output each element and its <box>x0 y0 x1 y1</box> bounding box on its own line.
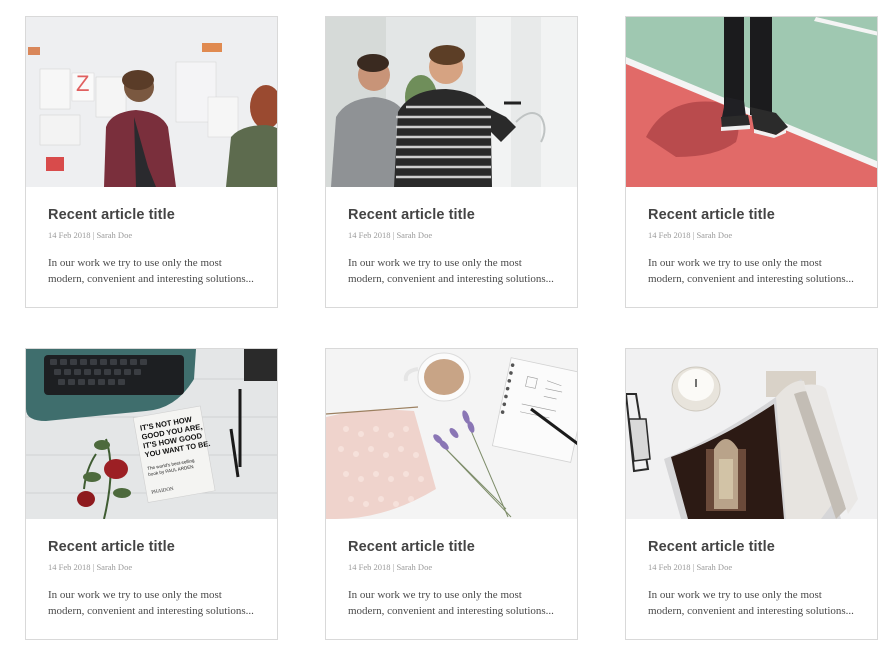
article-meta: 14 Feb 2018 | Sarah Doe <box>648 230 733 240</box>
article-image-office-team[interactable]: Z <box>26 17 277 187</box>
article-card-body: Recent article title 14 Feb 2018 | Sarah… <box>26 187 277 287</box>
article-title[interactable]: Recent article title <box>48 207 255 223</box>
article-card[interactable]: Z Recent article title 14 Feb 2018 | Sar… <box>25 16 278 308</box>
article-image-typewriter-book[interactable]: IT'S NOT HOW GOOD YOU ARE, IT'S HOW GOOD… <box>26 349 277 519</box>
article-meta: 14 Feb 2018 | Sarah Doe <box>348 230 433 240</box>
article-excerpt: In our work we try to use only the most … <box>648 589 854 617</box>
article-image-magazine-candle[interactable] <box>626 349 877 519</box>
article-card[interactable]: Recent article title 14 Feb 2018 | Sarah… <box>325 348 578 640</box>
article-excerpt: In our work we try to use only the most … <box>48 589 254 617</box>
article-excerpt: In our work we try to use only the most … <box>348 257 554 285</box>
article-excerpt: In our work we try to use only the most … <box>648 257 854 285</box>
article-card[interactable]: Recent article title 14 Feb 2018 | Sarah… <box>625 16 878 308</box>
article-title[interactable]: Recent article title <box>648 207 855 223</box>
wall-letter: Z <box>76 71 89 96</box>
article-meta: 14 Feb 2018 | Sarah Doe <box>48 562 133 572</box>
article-title[interactable]: Recent article title <box>348 207 555 223</box>
article-image-sports-court[interactable] <box>626 17 877 187</box>
article-image-knitting-coffee[interactable] <box>326 349 577 519</box>
article-card-body: Recent article title 14 Feb 2018 | Sarah… <box>326 187 577 287</box>
article-meta: 14 Feb 2018 | Sarah Doe <box>348 562 433 572</box>
article-excerpt: In our work we try to use only the most … <box>48 257 254 285</box>
article-title[interactable]: Recent article title <box>348 539 555 555</box>
article-meta: 14 Feb 2018 | Sarah Doe <box>48 230 133 240</box>
article-card-body: Recent article title 14 Feb 2018 | Sarah… <box>626 187 877 287</box>
article-card[interactable]: IT'S NOT HOW GOOD YOU ARE, IT'S HOW GOOD… <box>25 348 278 640</box>
article-grid: Z Recent article title 14 Feb 2018 | Sar… <box>0 0 890 648</box>
article-card[interactable]: Recent article title 14 Feb 2018 | Sarah… <box>325 16 578 308</box>
article-image-whiteboard[interactable] <box>326 17 577 187</box>
article-card-body: Recent article title 14 Feb 2018 | Sarah… <box>326 519 577 619</box>
article-title[interactable]: Recent article title <box>48 539 255 555</box>
article-excerpt: In our work we try to use only the most … <box>348 589 554 617</box>
article-title[interactable]: Recent article title <box>648 539 855 555</box>
article-meta: 14 Feb 2018 | Sarah Doe <box>648 562 733 572</box>
article-card[interactable]: Recent article title 14 Feb 2018 | Sarah… <box>625 348 878 640</box>
article-card-body: Recent article title 14 Feb 2018 | Sarah… <box>26 519 277 619</box>
article-card-body: Recent article title 14 Feb 2018 | Sarah… <box>626 519 877 619</box>
